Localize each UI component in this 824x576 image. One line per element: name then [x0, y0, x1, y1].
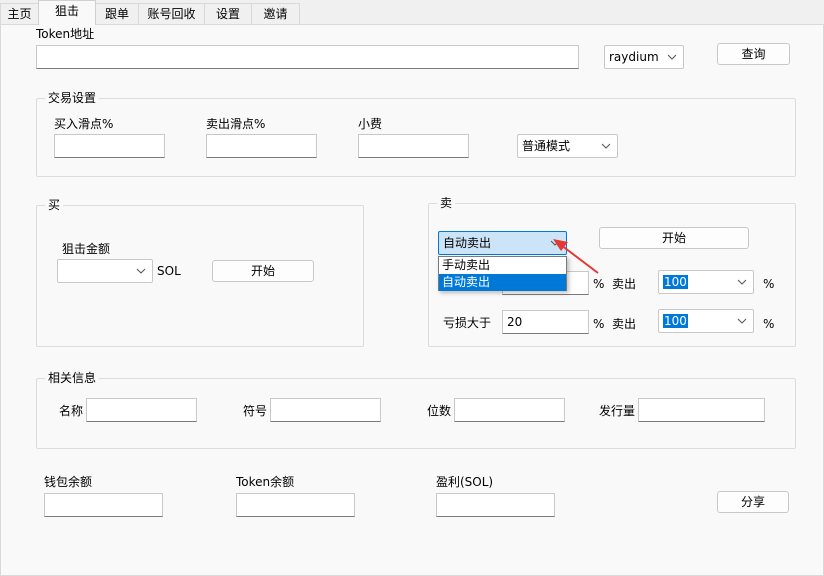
name-input[interactable] — [86, 398, 197, 422]
percent-label-4: % — [763, 317, 775, 331]
tab-snipe[interactable]: 狙击 — [38, 0, 96, 25]
symbol-input[interactable] — [270, 398, 381, 422]
supply-label: 发行量 — [599, 404, 636, 418]
tab-home[interactable]: 主页 — [0, 3, 39, 25]
tab-settings[interactable]: 设置 — [204, 3, 252, 25]
tab-bar: 主页 狙击 跟单 账号回收 设置 邀请 — [0, 0, 824, 25]
supply-input[interactable] — [638, 398, 765, 422]
token-address-input[interactable] — [36, 45, 579, 69]
sol-unit-label: SOL — [157, 264, 181, 278]
snipe-amount-label: 狙击金额 — [62, 242, 111, 256]
sell-label-2: 卖出 — [612, 317, 637, 331]
percent-label-2: % — [763, 277, 775, 291]
chevron-down-icon — [667, 54, 677, 60]
decimals-label: 位数 — [427, 404, 452, 418]
loss-threshold-input[interactable]: 20 — [502, 310, 589, 334]
info-title: 相关信息 — [45, 370, 100, 386]
dex-select-value: raydium — [609, 50, 659, 64]
annotation-arrow — [553, 239, 599, 274]
profit-label: 盈利(SOL) — [436, 475, 494, 489]
sell-percent-value-2: 100 — [663, 314, 688, 328]
buy-slippage-label: 买入滑点% — [54, 117, 114, 131]
tip-label: 小费 — [358, 117, 383, 131]
buy-title: 买 — [45, 197, 64, 213]
sell-mode-value: 自动卖出 — [443, 236, 492, 250]
sell-slippage-input[interactable] — [206, 134, 317, 158]
token-address-label: Token地址 — [36, 27, 95, 41]
share-button[interactable]: 分享 — [717, 491, 789, 513]
trade-mode-select[interactable]: 普通模式 — [517, 134, 618, 158]
snipe-amount-select[interactable] — [57, 259, 153, 283]
chevron-down-icon — [601, 143, 611, 149]
chevron-down-icon — [737, 318, 747, 324]
tip-input[interactable] — [358, 134, 469, 158]
chevron-down-icon — [136, 268, 146, 274]
sell-percent-select-2[interactable]: 100 — [658, 309, 754, 333]
sell-percent-select-1[interactable]: 100 — [658, 270, 754, 294]
sell-slippage-label: 卖出滑点% — [206, 117, 266, 131]
sell-label-1: 卖出 — [612, 277, 637, 291]
percent-label-3: % — [593, 317, 605, 331]
query-button[interactable]: 查询 — [717, 43, 790, 65]
token-balance-label: Token余额 — [236, 475, 295, 489]
decimals-input[interactable] — [454, 398, 565, 422]
sell-percent-value-1: 100 — [663, 275, 688, 289]
loss-greater-than-label: 亏损大于 — [443, 316, 492, 330]
name-label: 名称 — [59, 404, 84, 418]
sell-title: 卖 — [437, 195, 456, 211]
tab-copy-trade[interactable]: 跟单 — [95, 3, 139, 25]
buy-start-button[interactable]: 开始 — [212, 260, 314, 282]
dex-select[interactable]: raydium — [604, 45, 684, 69]
symbol-label: 符号 — [243, 404, 268, 418]
sell-start-button[interactable]: 开始 — [599, 227, 749, 249]
trade-mode-value: 普通模式 — [522, 139, 571, 153]
chevron-down-icon — [737, 279, 747, 285]
wallet-balance-input[interactable] — [44, 493, 163, 517]
trade-settings-title: 交易设置 — [45, 90, 100, 106]
tab-invite[interactable]: 邀请 — [251, 3, 300, 25]
token-balance-input[interactable] — [236, 493, 355, 517]
tab-account-recycle[interactable]: 账号回收 — [138, 3, 205, 25]
profit-input[interactable] — [436, 493, 555, 517]
buy-slippage-input[interactable] — [54, 134, 165, 158]
wallet-balance-label: 钱包余额 — [44, 475, 93, 489]
